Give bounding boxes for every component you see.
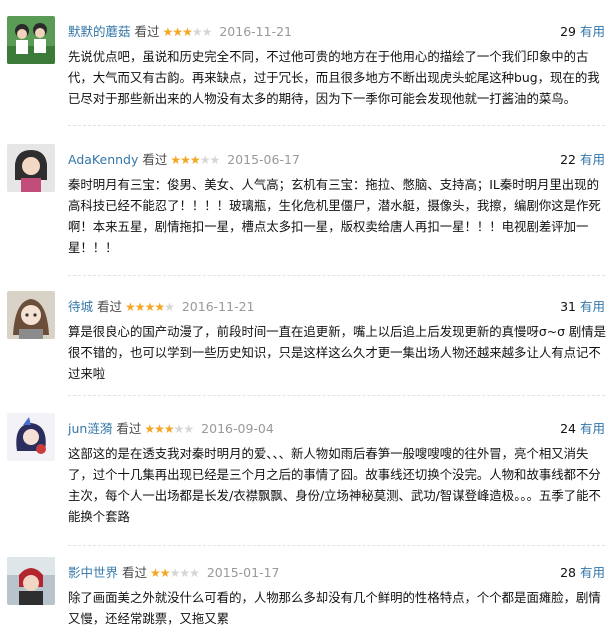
useful-label[interactable]: 有用 <box>580 421 605 436</box>
watch-status: 看过 <box>142 152 168 167</box>
useful-count: 24 <box>560 421 576 436</box>
avatar[interactable] <box>7 291 55 339</box>
useful-vote[interactable]: 31 有用 <box>560 297 605 317</box>
divider <box>68 275 605 276</box>
star-icon: ★ <box>191 25 203 39</box>
divider <box>68 125 605 126</box>
star-icon: ★ <box>125 300 136 314</box>
watch-status: 看过 <box>122 565 148 580</box>
review-date: 2016-11-21 <box>219 24 293 39</box>
star-icon: ★ <box>180 153 191 167</box>
watch-status: 看过 <box>134 24 160 39</box>
star-icon: ★ <box>163 422 175 436</box>
star-icon: ★ <box>144 422 155 436</box>
avatar-image <box>7 144 55 192</box>
useful-vote[interactable]: 28 有用 <box>560 563 605 583</box>
star-icon: ★ <box>159 566 171 580</box>
avatar[interactable] <box>7 413 55 461</box>
star-icon: ★ <box>189 153 201 167</box>
review-item: 默默的蘑菇 看过 ★★★★★ 2016-11-21 29 有用 先说优点吧，虽说和历史… <box>0 8 615 120</box>
useful-count: 22 <box>560 152 576 167</box>
star-icon: ★ <box>209 153 220 167</box>
star-icon: ★ <box>154 422 165 436</box>
review-item: AdaKenndy 看过 ★★★★★ 2015-06-17 22 有用 秦时明月有三宝… <box>0 136 615 274</box>
rating-stars: ★★★★★ <box>162 22 213 42</box>
username-link[interactable]: 影中世界 <box>68 565 118 580</box>
divider <box>68 545 605 546</box>
useful-label[interactable]: 有用 <box>580 565 605 580</box>
useful-count: 28 <box>560 565 576 580</box>
rating-stars: ★★★★★ <box>125 297 175 317</box>
avatar-image <box>7 557 55 605</box>
star-icon: ★ <box>201 25 213 39</box>
avatar[interactable] <box>7 16 55 64</box>
star-icon: ★ <box>182 25 193 39</box>
star-icon: ★ <box>199 153 211 167</box>
review-date: 2015-06-17 <box>227 152 300 167</box>
star-icon: ★ <box>134 300 146 314</box>
useful-vote[interactable]: 24 有用 <box>560 419 605 439</box>
review-item: jun涟漪 看过 ★★★★★ 2016-09-04 24 有用 这部这的是在透支我对秦… <box>0 405 615 537</box>
review-date: 2016-09-04 <box>201 421 274 436</box>
star-icon: ★ <box>173 422 185 436</box>
rating-stars: ★★★★★ <box>150 563 200 583</box>
rating-stars: ★★★★★ <box>144 419 194 439</box>
useful-count: 29 <box>560 24 576 39</box>
review-header: 默默的蘑菇 看过 ★★★★★ 2016-11-21 29 有用 <box>68 22 605 42</box>
star-icon: ★ <box>172 25 183 39</box>
star-icon: ★ <box>162 25 174 39</box>
review-text: 先说优点吧，虽说和历史完全不同，不过他可贵的地方在于他用心的描绘了一个我们印象中… <box>68 49 600 106</box>
username-link[interactable]: 默默的蘑菇 <box>68 24 131 39</box>
username-link[interactable]: AdaKenndy <box>68 152 138 167</box>
useful-label[interactable]: 有用 <box>580 24 605 39</box>
star-icon: ★ <box>144 300 156 314</box>
avatar[interactable] <box>7 144 55 192</box>
review-text: 算是很良心的国产动漫了，前段时间一直在追更新，嘴上以后追上后发现更新的真慢呀σ~… <box>68 324 607 381</box>
star-icon: ★ <box>169 566 181 580</box>
useful-vote[interactable]: 29 有用 <box>560 22 605 42</box>
star-icon: ★ <box>170 153 181 167</box>
avatar-image <box>7 413 55 461</box>
useful-vote[interactable]: 22 有用 <box>560 150 605 170</box>
useful-label[interactable]: 有用 <box>580 152 605 167</box>
star-icon: ★ <box>150 566 161 580</box>
avatar-image <box>7 291 55 339</box>
review-date: 2015-01-17 <box>206 565 280 580</box>
watch-status: 看过 <box>116 421 142 436</box>
useful-count: 31 <box>560 299 576 314</box>
star-icon: ★ <box>154 300 165 314</box>
review-header: 影中世界 看过 ★★★★★ 2015-01-17 28 有用 <box>68 563 605 583</box>
star-icon: ★ <box>164 300 175 314</box>
star-icon: ★ <box>189 566 200 580</box>
username-link[interactable]: 待城 <box>68 299 93 314</box>
review-item: 影中世界 看过 ★★★★★ 2015-01-17 28 有用 除了画面美之外就没什么可… <box>0 549 615 644</box>
review-header: jun涟漪 看过 ★★★★★ 2016-09-04 24 有用 <box>68 419 605 439</box>
review-list: 默默的蘑菇 看过 ★★★★★ 2016-11-21 29 有用 先说优点吧，虽说和历史… <box>0 0 615 644</box>
star-icon: ★ <box>183 422 194 436</box>
watch-status: 看过 <box>97 299 123 314</box>
review-item: 待城 看过 ★★★★★ 2016-11-21 31 有用 算是很良心的国产动漫了，前段… <box>0 283 615 393</box>
review-date: 2016-11-21 <box>181 299 255 314</box>
review-text: 除了画面美之外就没什么可看的，人物那么多却没有几个鲜明的性格特点，个个都是面瘫脸… <box>68 590 601 626</box>
review-header: AdaKenndy 看过 ★★★★★ 2015-06-17 22 有用 <box>68 150 605 170</box>
divider <box>68 395 605 396</box>
review-text: 秦时明月有三宝：俊男、美女、人气高；玄机有三宝：拖拉、憋脑、支持高；IL秦时明月… <box>68 177 601 255</box>
avatar[interactable] <box>7 557 55 605</box>
rating-stars: ★★★★★ <box>170 150 220 170</box>
username-link[interactable]: jun涟漪 <box>68 421 112 436</box>
star-icon: ★ <box>179 566 190 580</box>
review-header: 待城 看过 ★★★★★ 2016-11-21 31 有用 <box>68 297 605 317</box>
avatar-image <box>7 16 55 64</box>
review-text: 这部这的是在透支我对秦时明月的爱、、、新人物如雨后春笋一般嗖嗖嗖的往外冒，亮个相… <box>68 446 601 524</box>
useful-label[interactable]: 有用 <box>580 299 605 314</box>
